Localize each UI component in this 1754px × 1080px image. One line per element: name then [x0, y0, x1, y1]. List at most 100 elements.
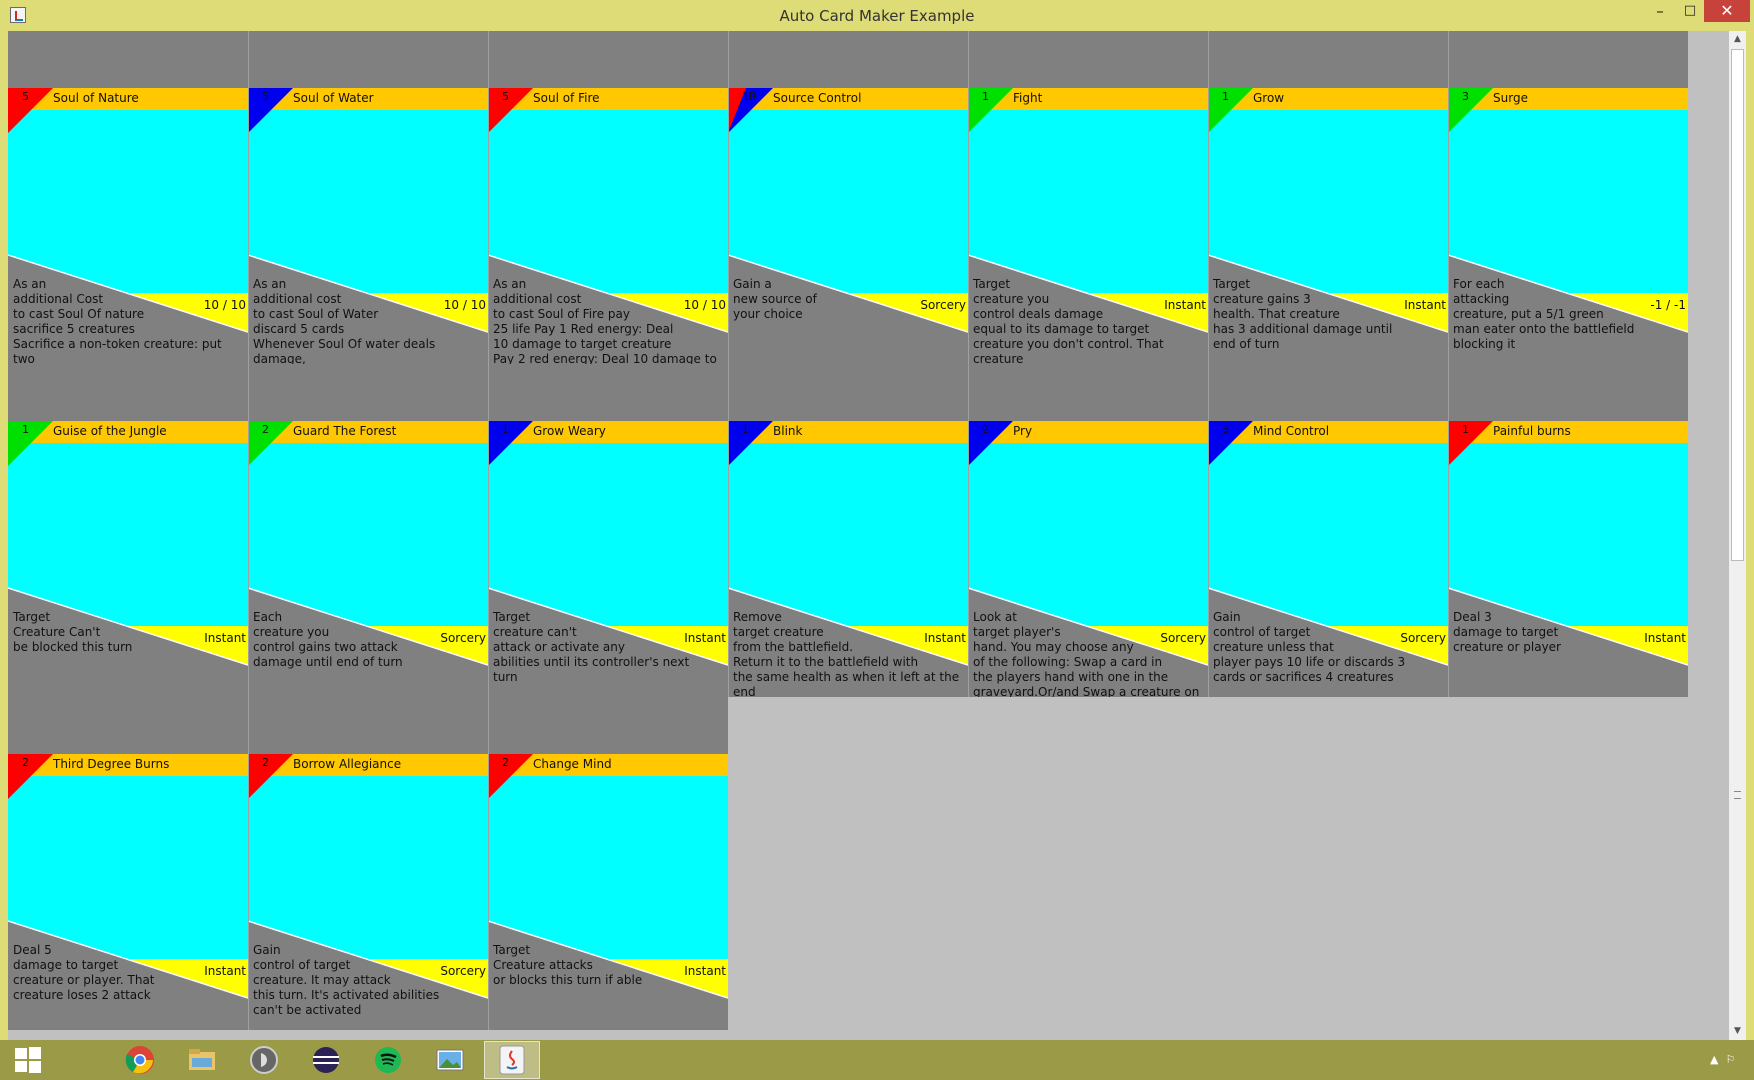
card-name: Pry	[1013, 424, 1033, 438]
card[interactable]: 1 Grow Instant Target creature gains 3 heal…	[1208, 31, 1448, 364]
card-cost: 3	[1462, 90, 1469, 103]
file-explorer-icon[interactable]	[174, 1041, 230, 1079]
card[interactable]: 1 Blink Instant Remove target creature from…	[728, 364, 968, 697]
scroll-thumb[interactable]	[1731, 49, 1744, 561]
cost-corner-icon	[488, 88, 533, 133]
card-divider	[1448, 364, 1449, 697]
mana-blue	[728, 421, 773, 466]
card-divider	[248, 364, 249, 697]
card[interactable]: 2 Change Mind Instant Target Creature attac…	[488, 697, 728, 1030]
card[interactable]: 1 Fight Instant Target creature you control…	[968, 31, 1208, 364]
card-cost: 2	[502, 756, 509, 769]
card-top-margin	[968, 31, 1208, 88]
card-top-margin	[968, 364, 1208, 421]
cost-corner-icon	[248, 421, 293, 466]
card-text: Target creature you control deals damage…	[973, 277, 1164, 364]
card[interactable]: 2 Pry Sorcery Look at target player's hand.…	[968, 364, 1208, 697]
card-cost: 3	[1222, 423, 1229, 436]
card-text: Deal 3 damage to target creature or play…	[1453, 610, 1561, 654]
card[interactable]: 2 Borrow Allegiance Sorcery Gain control of…	[248, 697, 488, 1030]
spotify-logo	[375, 1047, 401, 1073]
vertical-scrollbar[interactable]: ▲ ▼	[1729, 31, 1746, 1040]
scroll-grip-icon	[1734, 791, 1741, 799]
mana-red	[488, 88, 533, 133]
card-name: Third Degree Burns	[53, 757, 170, 771]
scroll-up-icon[interactable]: ▲	[1729, 31, 1746, 48]
card-text: For each attacking creature, put a 5/1 g…	[1453, 277, 1635, 351]
maximize-button[interactable]: □	[1676, 0, 1704, 22]
mana-green	[1448, 88, 1493, 133]
card-name: Blink	[773, 424, 803, 438]
card-text: As an additional cost to cast Soul of Wa…	[253, 277, 436, 364]
card-divider	[968, 31, 969, 364]
card-top-margin	[1448, 364, 1688, 421]
card-divider	[1208, 31, 1209, 364]
card[interactable]: 1 Grow Weary Instant Target creature can't …	[488, 364, 728, 697]
java-icon[interactable]	[484, 1041, 540, 1079]
card-text: As an additional Cost to cast Soul Of na…	[13, 277, 222, 364]
card-name: Source Control	[773, 91, 862, 105]
card-divider	[488, 697, 489, 1030]
card-cost: 1	[1222, 90, 1229, 103]
card-grid: 5 Soul of Nature 10 / 10 As an additional C…	[8, 31, 1729, 1040]
card-name: Borrow Allegiance	[293, 757, 402, 771]
card-cost: 1	[742, 423, 749, 436]
card[interactable]: 3 Mind Control Sorcery Gain control of targ…	[1208, 364, 1448, 697]
windows-start-icon[interactable]	[0, 1041, 56, 1079]
cost-corner-icon	[968, 421, 1013, 466]
card-text: Target Creature Can't be blocked this tu…	[13, 610, 133, 654]
card[interactable]: 5 Soul of Water 10 / 10 As an additional co…	[248, 31, 488, 364]
card-cost: 5	[22, 90, 29, 103]
cost-corner-icon	[488, 421, 533, 466]
card-name: Fight	[1013, 91, 1043, 105]
card-text: Target creature can't attack or activate…	[493, 610, 690, 684]
card[interactable]: 2 Guard The Forest Sorcery Each creature yo…	[248, 364, 488, 697]
tray-icons[interactable]: ▲ ⚐	[1710, 1053, 1735, 1066]
card[interactable]: 1 Painful burns Instant Deal 3 damage to ta…	[1448, 364, 1688, 697]
card[interactable]: 1 Guise of the Jungle Instant Target Creatu…	[8, 364, 248, 697]
card-top-margin	[248, 31, 488, 88]
mana-blue	[248, 88, 293, 133]
minimize-button[interactable]: –	[1646, 0, 1674, 22]
card-name: Soul of Fire	[533, 91, 600, 105]
scroll-down-icon[interactable]: ▼	[1729, 1023, 1746, 1040]
eclipse-icon[interactable]	[298, 1041, 354, 1079]
card-divider	[248, 697, 249, 1030]
mana-green	[248, 421, 293, 466]
cost-corner-icon	[968, 88, 1013, 133]
card-divider	[968, 364, 969, 697]
cost-corner-icon	[1448, 421, 1493, 466]
card[interactable]: 1B Source Control Sorcery Gain a new source…	[728, 31, 968, 364]
media-player-icon[interactable]	[236, 1041, 292, 1079]
folder-logo	[189, 1049, 215, 1070]
card-cost: 5	[502, 90, 509, 103]
app-window: Auto Card Maker Example – □ ✕ 5 Soul of N…	[0, 0, 1754, 1040]
title-bar[interactable]: Auto Card Maker Example – □ ✕	[0, 0, 1754, 31]
chrome-icon[interactable]	[112, 1041, 168, 1079]
card-top-margin	[1448, 31, 1688, 88]
card[interactable]: 2 Third Degree Burns Instant Deal 5 damage …	[8, 697, 248, 1030]
media-logo	[250, 1046, 278, 1074]
card-art	[1448, 443, 1688, 697]
card-top-margin	[8, 697, 248, 754]
card-top-margin	[8, 31, 248, 88]
card[interactable]: 5 Soul of Fire 10 / 10 As an additional cos…	[488, 31, 728, 364]
photo-viewer-icon[interactable]	[422, 1041, 478, 1079]
cost-corner-icon	[248, 88, 293, 133]
card-cost: 1	[22, 423, 29, 436]
card-name: Surge	[1493, 91, 1528, 105]
card[interactable]: 5 Soul of Nature 10 / 10 As an additional C…	[8, 31, 248, 364]
cost-corner-icon	[1208, 88, 1253, 133]
card-divider	[248, 31, 249, 364]
spotify-icon[interactable]	[360, 1041, 416, 1079]
card-top-margin	[1208, 31, 1448, 88]
card[interactable]: 3 Surge -1 / -1 For each attacking creature…	[1448, 31, 1688, 364]
mana-blue	[968, 421, 1013, 466]
card-cost: 1	[502, 423, 509, 436]
mana-red	[248, 754, 293, 799]
windows-logo	[15, 1047, 41, 1073]
card-text: Gain control of target creature. It may …	[253, 943, 440, 1017]
card-name: Change Mind	[533, 757, 612, 771]
card-cost: 2	[262, 756, 269, 769]
close-button[interactable]: ✕	[1704, 0, 1750, 22]
